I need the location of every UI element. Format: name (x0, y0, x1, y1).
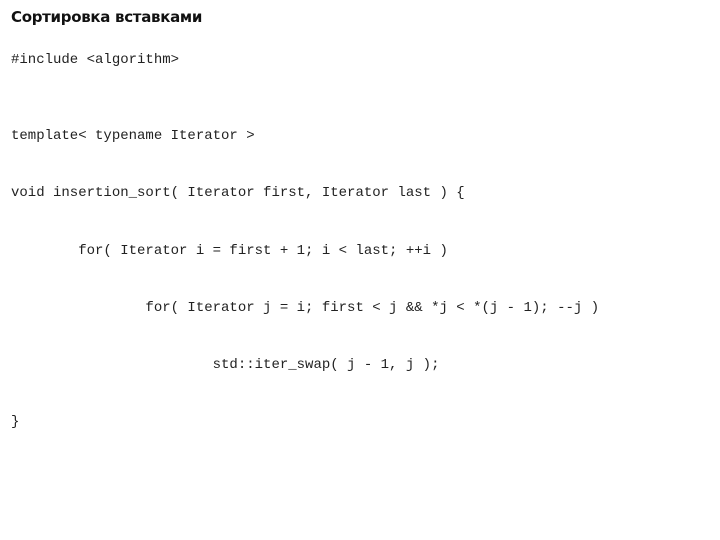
code-line: for( Iterator i = first + 1; i < last; +… (11, 242, 448, 259)
code-line: std::iter_swap( j - 1, j ); (11, 357, 440, 374)
code-line: void insertion_sort( Iterator first, Ite… (11, 185, 465, 202)
code-line: template< typename Iterator > (11, 128, 255, 144)
code-line: for( Iterator j = i; first < j && *j < *… (11, 299, 600, 316)
slide-title: Сортировка вставками (11, 8, 203, 26)
code-block: template< typename Iterator > void inser… (11, 89, 599, 452)
code-line: } (11, 414, 20, 431)
include-directive: #include <algorithm> (11, 52, 180, 68)
